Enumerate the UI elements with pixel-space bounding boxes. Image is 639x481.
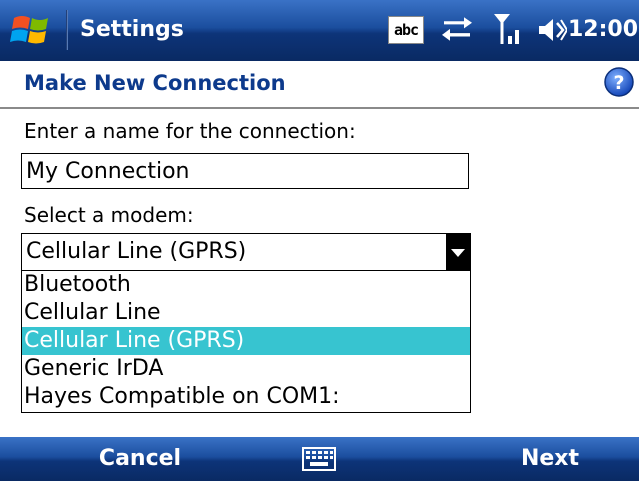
title-separator [66, 10, 68, 50]
windows-start-icon[interactable] [10, 12, 54, 48]
modem-label: Select a modem: [24, 203, 194, 227]
title-bar: Settings abc 12:00 [0, 0, 639, 61]
clock[interactable]: 12:00 [568, 15, 638, 45]
modem-option-hayes-com1[interactable]: Hayes Compatible on COM1: [22, 383, 470, 411]
help-icon[interactable]: ? [603, 66, 635, 98]
sync-arrows-icon[interactable] [440, 16, 474, 44]
volume-icon[interactable] [537, 15, 569, 45]
next-button[interactable]: Next [470, 437, 630, 481]
modem-option-bluetooth[interactable]: Bluetooth [22, 271, 470, 299]
chevron-down-icon[interactable] [446, 234, 470, 270]
svg-text:?: ? [613, 72, 624, 94]
modem-select[interactable]: Cellular Line (GPRS) [21, 233, 471, 271]
connection-name-label: Enter a name for the connection: [24, 119, 356, 143]
softkey-bar: Cancel Next [0, 437, 639, 481]
modem-option-cellular-line[interactable]: Cellular Line [22, 299, 470, 327]
abc-input-icon[interactable]: abc [388, 16, 424, 44]
modem-dropdown-list: Bluetooth Cellular Line Cellular Line (G… [21, 271, 471, 413]
modem-option-cellular-line-gprs[interactable]: Cellular Line (GPRS) [22, 327, 470, 355]
modem-selected-value: Cellular Line (GPRS) [26, 239, 247, 264]
modem-option-generic-irda[interactable]: Generic IrDA [22, 355, 470, 383]
page-header: Make New Connection ? [0, 61, 639, 109]
app-title: Settings [80, 17, 184, 42]
page-title: Make New Connection [24, 71, 286, 95]
keyboard-icon[interactable] [302, 447, 336, 471]
signal-strength-icon[interactable] [492, 10, 526, 48]
connection-name-input[interactable] [21, 153, 469, 189]
cancel-button[interactable]: Cancel [60, 437, 220, 481]
